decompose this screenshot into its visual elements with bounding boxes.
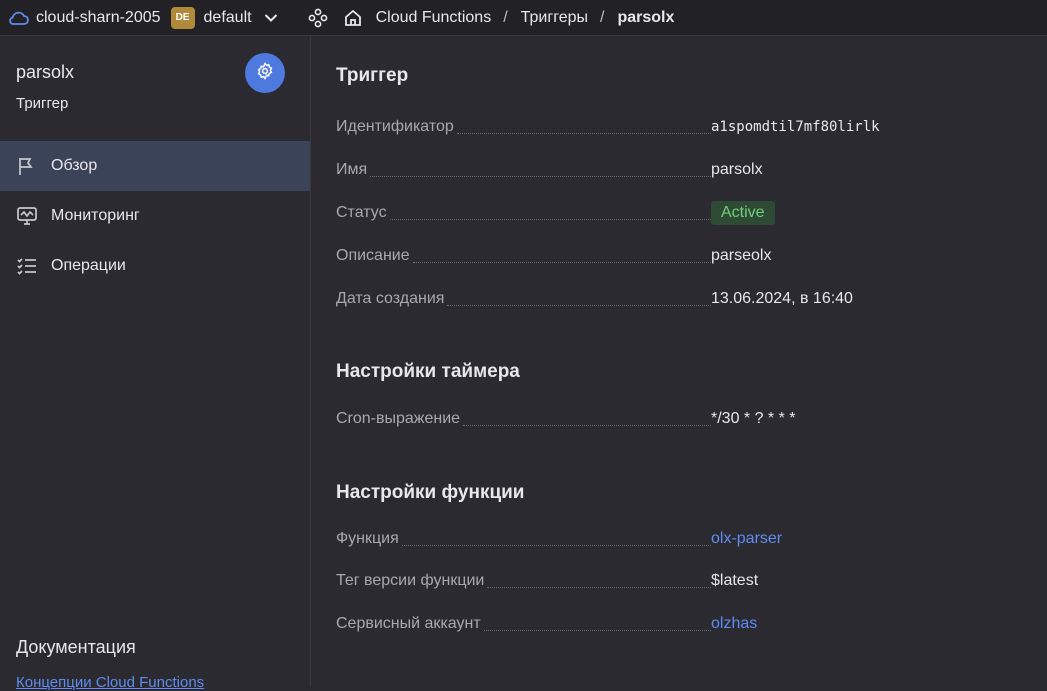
status-badge: Active xyxy=(711,201,775,225)
dotted-leader xyxy=(412,262,711,263)
detail-row-status: Статус Active xyxy=(336,201,1016,225)
sidebar-item-label: Операции xyxy=(51,257,126,274)
cloud-icon[interactable] xyxy=(7,10,29,26)
monitoring-icon xyxy=(16,205,40,227)
resource-type: Триггер xyxy=(16,95,69,112)
breadcrumb-service[interactable]: Cloud Functions xyxy=(376,9,492,27)
sidebar: parsolx Триггер Обзор Мониторинг Операци… xyxy=(0,36,311,691)
detail-key: Сервисный аккаунт xyxy=(336,615,481,632)
timer-section-title: Настройки таймера xyxy=(336,361,520,382)
folder-name[interactable]: default xyxy=(204,9,252,27)
detail-row-service-account: Сервисный аккаунт olzhas xyxy=(336,613,1016,635)
trigger-name-value: parsolx xyxy=(711,161,763,178)
cron-value: */30 * ? * * * xyxy=(711,410,796,427)
gear-icon xyxy=(256,61,274,85)
cloud-name[interactable]: cloud-sharn-2005 xyxy=(36,9,161,27)
detail-key: Имя xyxy=(336,161,368,178)
detail-row-created: Дата создания 13.06.2024, в 16:40 xyxy=(336,288,1016,310)
detail-key: Cron-выражение xyxy=(336,410,461,427)
dotted-leader xyxy=(487,587,711,588)
dotted-leader xyxy=(447,305,711,306)
settings-button[interactable] xyxy=(245,53,285,93)
service-account-link[interactable]: olzhas xyxy=(711,613,757,635)
detail-row-function: Функция olx-parser xyxy=(336,528,1016,550)
detail-row-cron: Cron-выражение */30 * ? * * * xyxy=(336,408,1016,430)
detail-key: Тег версии функции xyxy=(336,572,485,589)
breadcrumb-separator: / xyxy=(503,8,508,26)
trigger-section-title: Триггер xyxy=(336,65,409,86)
detail-row-id: Идентификатор a1spomdtil7mf80lirlk xyxy=(336,116,1016,138)
detail-key: Идентификатор xyxy=(336,118,454,135)
detail-key: Функция xyxy=(336,530,399,547)
breadcrumb-separator: / xyxy=(599,8,605,26)
detail-key: Описание xyxy=(336,247,410,264)
description-value: parseolx xyxy=(711,247,772,264)
folder-badge: DE xyxy=(170,6,195,29)
home-icon[interactable] xyxy=(343,8,363,28)
dotted-leader xyxy=(389,219,711,220)
chevron-down-icon[interactable] xyxy=(264,13,278,23)
dotted-leader xyxy=(463,425,711,426)
breadcrumb-triggers[interactable]: Триггеры xyxy=(521,9,588,27)
breadcrumb-current: parsolx xyxy=(617,8,675,26)
top-bar: cloud-sharn-2005 DE default Cloud Functi… xyxy=(0,0,1047,36)
sidebar-item-operations[interactable]: Операции xyxy=(0,241,310,291)
version-tag-value: $latest xyxy=(711,572,759,589)
docs-link[interactable]: Концепции Cloud Functions xyxy=(16,674,204,691)
operations-list-icon xyxy=(16,255,40,277)
trigger-id-value: a1spomdtil7mf80lirlk xyxy=(711,119,880,135)
flag-icon xyxy=(16,155,40,177)
created-date-value: 13.06.2024, в 16:40 xyxy=(711,290,853,307)
detail-key: Статус xyxy=(336,204,387,221)
sidebar-item-label: Обзор xyxy=(51,157,98,174)
docs-title: Документация xyxy=(16,637,136,657)
dotted-leader xyxy=(483,630,711,631)
sidebar-item-label: Мониторинг xyxy=(51,207,140,224)
main-content: Триггер Идентификатор a1spomdtil7mf80lir… xyxy=(311,36,1047,686)
dotted-leader xyxy=(401,545,711,546)
sidebar-item-monitoring[interactable]: Мониторинг xyxy=(0,191,310,241)
detail-row-description: Описание parseolx xyxy=(336,245,1016,267)
function-link[interactable]: olx-parser xyxy=(711,528,782,550)
sidebar-item-overview[interactable]: Обзор xyxy=(0,141,310,191)
detail-row-name: Имя parsolx xyxy=(336,159,1016,181)
dotted-leader xyxy=(370,176,711,177)
detail-key: Дата создания xyxy=(336,290,445,307)
function-section-title: Настройки функции xyxy=(336,482,525,503)
services-icon[interactable] xyxy=(308,8,328,28)
detail-row-version-tag: Тег версии функции $latest xyxy=(336,570,1016,592)
resource-name: parsolx xyxy=(16,62,75,82)
dotted-leader xyxy=(456,133,711,134)
